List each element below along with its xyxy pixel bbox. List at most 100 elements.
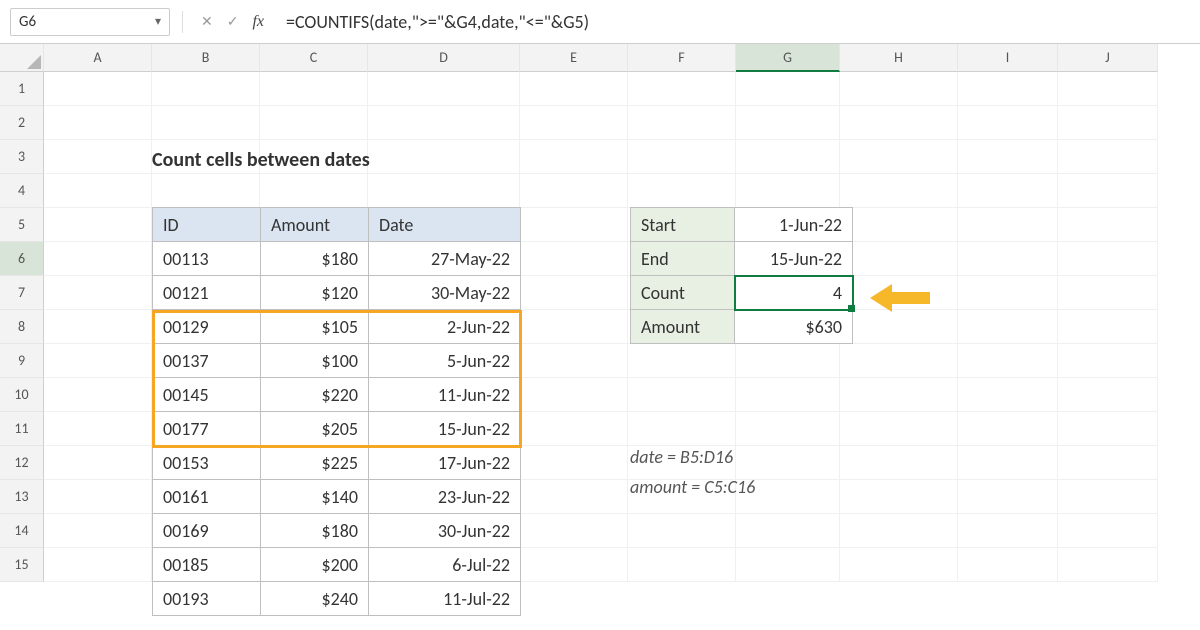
- select-all-corner[interactable]: [0, 44, 44, 72]
- cell-H5[interactable]: [840, 208, 958, 242]
- cell-date[interactable]: 30-May-22: [369, 276, 521, 310]
- summary-start-label[interactable]: Start: [631, 208, 735, 242]
- row-header-2[interactable]: 2: [0, 106, 44, 140]
- cell-A4[interactable]: [44, 174, 152, 208]
- cell-F15[interactable]: [628, 548, 736, 582]
- summary-amount-label[interactable]: Amount: [631, 310, 735, 344]
- cell-I12[interactable]: [958, 446, 1058, 480]
- cell-I1[interactable]: [958, 72, 1058, 106]
- summary-count-value[interactable]: 4: [735, 276, 853, 310]
- cell-D1[interactable]: [368, 72, 520, 106]
- cell-C1[interactable]: [260, 72, 368, 106]
- cell-I7[interactable]: [958, 276, 1058, 310]
- cell-C2[interactable]: [260, 106, 368, 140]
- cell-G2[interactable]: [736, 106, 840, 140]
- cell-H13[interactable]: [840, 480, 958, 514]
- cell-amount[interactable]: $220: [261, 378, 369, 412]
- cell-F4[interactable]: [628, 174, 736, 208]
- cell-date[interactable]: 11-Jul-22: [369, 582, 521, 616]
- cell-E14[interactable]: [520, 514, 628, 548]
- cell-F14[interactable]: [628, 514, 736, 548]
- col-header-G[interactable]: G: [736, 44, 840, 72]
- cell-E15[interactable]: [520, 548, 628, 582]
- cell-id[interactable]: 00121: [153, 276, 261, 310]
- cell-H2[interactable]: [840, 106, 958, 140]
- cell-J9[interactable]: [1058, 344, 1158, 378]
- cell-E7[interactable]: [520, 276, 628, 310]
- cell-amount[interactable]: $240: [261, 582, 369, 616]
- cell-H15[interactable]: [840, 548, 958, 582]
- cell-id[interactable]: 00169: [153, 514, 261, 548]
- cell-id[interactable]: 00137: [153, 344, 261, 378]
- cell-J7[interactable]: [1058, 276, 1158, 310]
- cell-E12[interactable]: [520, 446, 628, 480]
- cell-A14[interactable]: [44, 514, 152, 548]
- name-box[interactable]: G6 ▾: [10, 8, 170, 36]
- cell-A13[interactable]: [44, 480, 152, 514]
- cell-date[interactable]: 11-Jun-22: [369, 378, 521, 412]
- cell-id[interactable]: 00177: [153, 412, 261, 446]
- cell-date[interactable]: 5-Jun-22: [369, 344, 521, 378]
- cell-J6[interactable]: [1058, 242, 1158, 276]
- cell-G15[interactable]: [736, 548, 840, 582]
- col-header-B[interactable]: B: [152, 44, 260, 72]
- summary-count-label[interactable]: Count: [631, 276, 735, 310]
- cell-A12[interactable]: [44, 446, 152, 480]
- row-header-9[interactable]: 9: [0, 344, 44, 378]
- cell-E5[interactable]: [520, 208, 628, 242]
- cell-E10[interactable]: [520, 378, 628, 412]
- cell-A9[interactable]: [44, 344, 152, 378]
- cell-id[interactable]: 00161: [153, 480, 261, 514]
- col-header-D[interactable]: D: [368, 44, 520, 72]
- cell-A6[interactable]: [44, 242, 152, 276]
- cell-H6[interactable]: [840, 242, 958, 276]
- cell-G3[interactable]: [736, 140, 840, 174]
- cell-date[interactable]: 17-Jun-22: [369, 446, 521, 480]
- row-header-14[interactable]: 14: [0, 514, 44, 548]
- cell-I9[interactable]: [958, 344, 1058, 378]
- row-header-11[interactable]: 11: [0, 412, 44, 446]
- cell-B4[interactable]: [152, 174, 260, 208]
- cell-G4[interactable]: [736, 174, 840, 208]
- summary-start-value[interactable]: 1-Jun-22: [735, 208, 853, 242]
- cell-A11[interactable]: [44, 412, 152, 446]
- cell-I13[interactable]: [958, 480, 1058, 514]
- cell-A10[interactable]: [44, 378, 152, 412]
- cell-E3[interactable]: [520, 140, 628, 174]
- cell-F3[interactable]: [628, 140, 736, 174]
- row-header-12[interactable]: 12: [0, 446, 44, 480]
- cell-E8[interactable]: [520, 310, 628, 344]
- row-header-5[interactable]: 5: [0, 208, 44, 242]
- cell-amount[interactable]: $100: [261, 344, 369, 378]
- row-header-7[interactable]: 7: [0, 276, 44, 310]
- row-header-1[interactable]: 1: [0, 72, 44, 106]
- cell-G14[interactable]: [736, 514, 840, 548]
- cell-E6[interactable]: [520, 242, 628, 276]
- cell-F9[interactable]: [628, 344, 736, 378]
- cell-amount[interactable]: $120: [261, 276, 369, 310]
- cell-amount[interactable]: $200: [261, 548, 369, 582]
- cell-C4[interactable]: [260, 174, 368, 208]
- cell-F1[interactable]: [628, 72, 736, 106]
- cell-E13[interactable]: [520, 480, 628, 514]
- cell-J13[interactable]: [1058, 480, 1158, 514]
- row-header-8[interactable]: 8: [0, 310, 44, 344]
- cancel-icon[interactable]: ✕: [201, 13, 213, 30]
- cell-E4[interactable]: [520, 174, 628, 208]
- cell-A8[interactable]: [44, 310, 152, 344]
- cell-I4[interactable]: [958, 174, 1058, 208]
- cell-G11[interactable]: [736, 412, 840, 446]
- row-header-15[interactable]: 15: [0, 548, 44, 582]
- col-header-J[interactable]: J: [1058, 44, 1158, 72]
- row-header-3[interactable]: 3: [0, 140, 44, 174]
- enter-icon[interactable]: ✓: [227, 13, 239, 30]
- col-header-A[interactable]: A: [44, 44, 152, 72]
- cell-D4[interactable]: [368, 174, 520, 208]
- cell-J4[interactable]: [1058, 174, 1158, 208]
- cell-A1[interactable]: [44, 72, 152, 106]
- cell-A3[interactable]: [44, 140, 152, 174]
- cell-J8[interactable]: [1058, 310, 1158, 344]
- cell-date[interactable]: 2-Jun-22: [369, 310, 521, 344]
- cell-A2[interactable]: [44, 106, 152, 140]
- cell-J15[interactable]: [1058, 548, 1158, 582]
